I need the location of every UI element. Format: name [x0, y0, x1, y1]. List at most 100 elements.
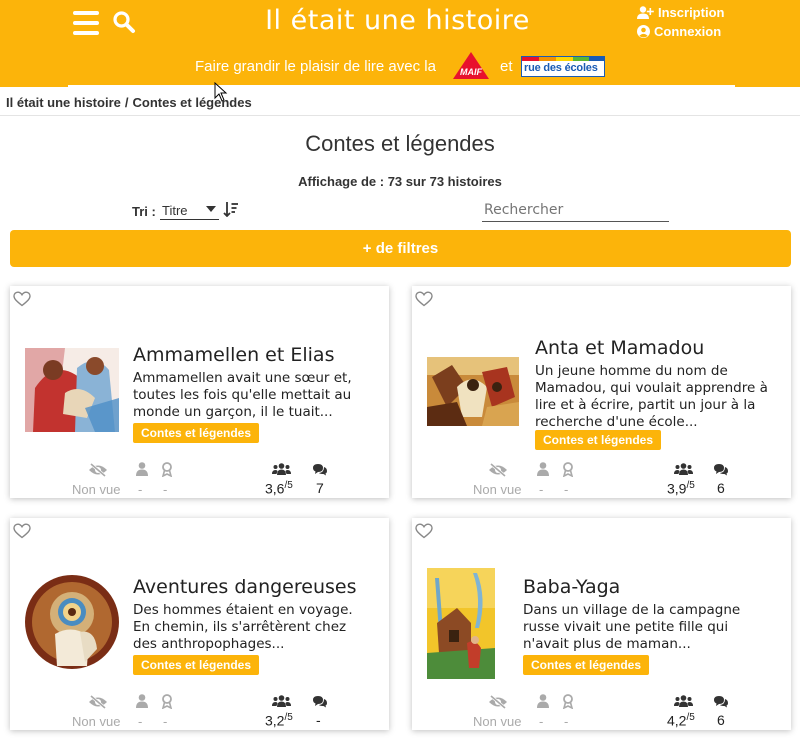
sort-selected-value: Titre [162, 202, 188, 218]
search-input[interactable] [482, 198, 669, 222]
users-icon [272, 463, 291, 475]
user-plus-icon [637, 6, 654, 19]
award-stat: - [163, 482, 168, 497]
award-stat: - [564, 714, 569, 729]
site-title[interactable]: Il était une histoire [200, 5, 595, 36]
rating: 3,2/5 [265, 712, 293, 729]
eye-slash-icon [489, 695, 507, 709]
rating: 3,6/5 [265, 480, 293, 497]
user-stat: - [539, 714, 544, 729]
users-icon [674, 463, 693, 475]
chevron-down-icon [206, 206, 216, 212]
comments-icon [714, 696, 728, 708]
comments-count: 7 [316, 480, 324, 496]
user-icon [136, 694, 148, 708]
award-stat: - [163, 714, 168, 729]
register-label: Inscription [658, 5, 725, 20]
site-header: Il était une histoire Inscription Connex… [0, 0, 800, 87]
eye-slash-icon [89, 463, 107, 477]
rating: 3,9/5 [667, 480, 695, 497]
results-count: Affichage de : 73 sur 73 histoires [298, 174, 502, 189]
story-illustration[interactable] [427, 357, 519, 426]
comments-icon [714, 464, 728, 476]
category-tag[interactable]: Contes et légendes [133, 423, 260, 443]
story-illustration[interactable] [25, 348, 119, 432]
award-icon [161, 694, 173, 709]
rating-value: 3,6 [265, 480, 285, 497]
award-stat: - [564, 482, 569, 497]
story-illustration[interactable] [25, 574, 119, 670]
menu-icon[interactable] [73, 11, 99, 35]
svg-text:MAIF: MAIF [460, 67, 482, 77]
breadcrumb-home[interactable]: Il était une histoire [6, 95, 121, 110]
user-circle-icon [637, 25, 650, 38]
login-link[interactable]: Connexion [637, 24, 721, 39]
maif-logo[interactable]: MAIF [451, 51, 491, 81]
breadcrumb-divider [0, 115, 800, 116]
page-title: Contes et légendes [305, 131, 495, 156]
rating: 4,2/5 [667, 712, 695, 729]
story-illustration[interactable] [427, 568, 495, 679]
heart-icon[interactable] [13, 291, 31, 307]
sort-label: Tri : [132, 204, 156, 219]
comments-icon [313, 696, 327, 708]
category-tag[interactable]: Contes et légendes [133, 655, 260, 675]
user-icon [537, 462, 549, 476]
seen-status: Non vue [72, 482, 121, 497]
tagline: Faire grandir le plaisir de lire avec la [195, 58, 436, 75]
heart-icon[interactable] [415, 523, 433, 539]
award-icon [562, 462, 574, 477]
register-link[interactable]: Inscription [637, 5, 724, 20]
rue-des-ecoles-text: rue des écoles [524, 62, 598, 74]
breadcrumb-separator: / [124, 95, 129, 110]
rating-max: /5 [686, 480, 695, 491]
breadcrumb: Il était une histoire / Contes et légend… [6, 95, 252, 110]
seen-status: Non vue [473, 714, 522, 729]
category-tag[interactable]: Contes et légendes [535, 430, 662, 450]
story-description: Ammamellen avait une sœur et, toutes les… [133, 370, 352, 420]
more-filters-button[interactable]: + de filtres [10, 230, 791, 267]
sort-select[interactable]: Titre [160, 201, 219, 220]
eye-slash-icon [89, 695, 107, 709]
header-divider [68, 85, 735, 87]
rating-value: 3,2 [265, 712, 285, 729]
heart-icon[interactable] [415, 291, 433, 307]
heart-icon[interactable] [13, 523, 31, 539]
story-card[interactable]: Ammamellen et Elias Ammamellen avait une… [10, 286, 389, 498]
award-icon [562, 694, 574, 709]
rating-max: /5 [686, 712, 695, 723]
user-stat: - [539, 482, 544, 497]
seen-status: Non vue [473, 482, 522, 497]
story-card[interactable]: Anta et Mamadou Un jeune homme du nom de… [412, 286, 791, 498]
award-icon [161, 462, 173, 477]
seen-status: Non vue [72, 714, 121, 729]
story-description: Des hommes étaient en voyage. En chemin,… [133, 602, 353, 652]
rue-des-ecoles-logo[interactable]: rue des écoles [521, 56, 605, 77]
user-stat: - [138, 714, 143, 729]
comments-icon [313, 464, 327, 476]
user-stat: - [138, 482, 143, 497]
users-icon [674, 695, 693, 707]
sort-direction-icon[interactable] [223, 201, 239, 217]
story-description: Dans un village de la campagne russe viv… [523, 602, 741, 652]
tagline-and: et [500, 58, 513, 75]
story-title[interactable]: Anta et Mamadou [535, 337, 704, 359]
comments-count: - [316, 712, 321, 728]
story-title[interactable]: Aventures dangereuses [133, 576, 356, 598]
rating-value: 3,9 [667, 480, 687, 497]
login-label: Connexion [654, 24, 722, 39]
story-card[interactable]: Aventures dangereuses Des hommes étaient… [10, 518, 389, 730]
category-tag[interactable]: Contes et légendes [523, 655, 650, 675]
search-icon[interactable] [112, 10, 136, 34]
comments-count: 6 [717, 712, 725, 728]
breadcrumb-current: Contes et légendes [132, 95, 252, 110]
story-title[interactable]: Ammamellen et Elias [133, 344, 334, 366]
comments-count: 6 [717, 480, 725, 496]
story-title[interactable]: Baba-Yaga [523, 576, 620, 598]
eye-slash-icon [489, 463, 507, 477]
story-card[interactable]: Baba-Yaga Dans un village de la campagne… [412, 518, 791, 730]
rating-max: /5 [284, 712, 293, 723]
rating-value: 4,2 [667, 712, 687, 729]
user-icon [537, 694, 549, 708]
users-icon [272, 695, 291, 707]
